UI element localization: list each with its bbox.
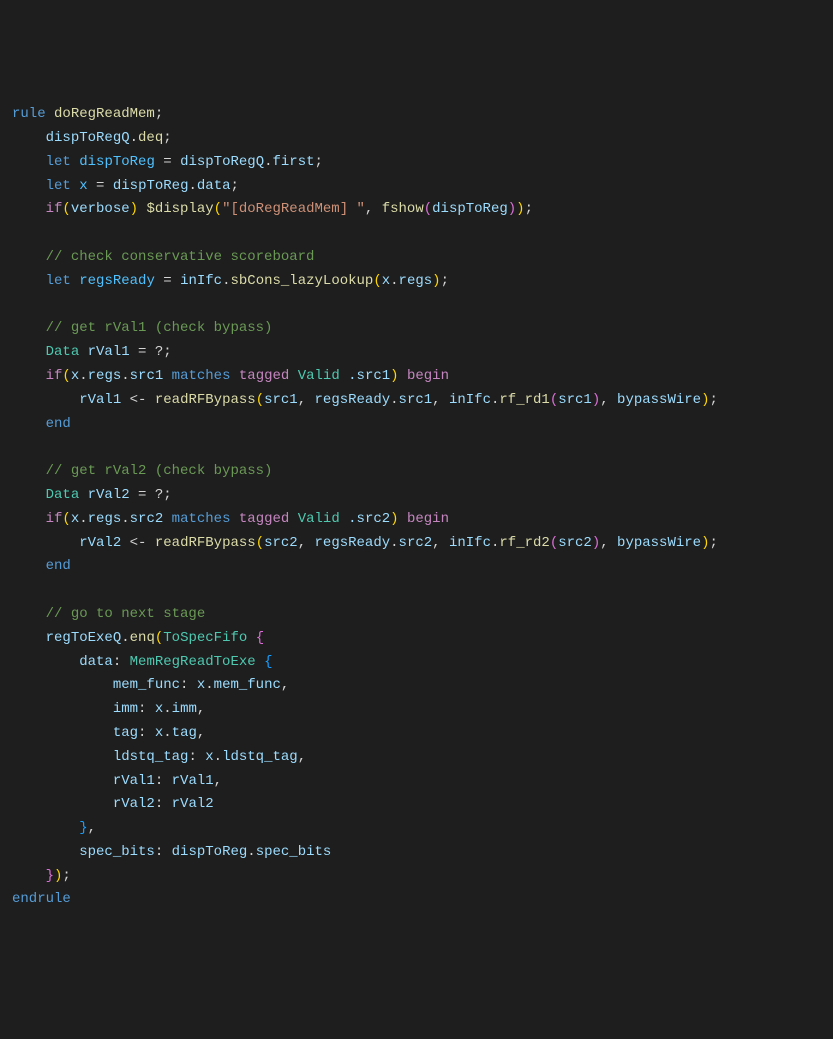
field: imm [113,701,138,717]
identifier: inIfc [449,535,491,551]
property: mem_func [214,677,281,693]
field: rVal1 [113,773,155,789]
identifier: dispToRegQ [180,154,264,170]
identifier: x [71,368,79,384]
identifier: bypassWire [617,535,701,551]
comment: // go to next stage [46,606,206,622]
identifier: x [155,701,163,717]
type: ToSpecFifo [163,630,247,646]
keyword-begin: begin [407,511,449,527]
identifier: dispToReg [432,201,508,217]
property: src2 [399,535,433,551]
type: MemRegReadToExe [130,654,256,670]
method: rf_rd2 [499,535,549,551]
property: regs [399,273,433,289]
property: imm [172,701,197,717]
property: spec_bits [256,844,332,860]
function: readRFBypass [155,392,256,408]
identifier: regsReady [315,392,391,408]
argument: src1 [264,392,298,408]
method: deq [138,130,163,146]
identifier: regsReady [315,535,391,551]
field: data [79,654,113,670]
keyword-let: let [46,178,71,194]
variable: rVal2 [88,487,130,503]
property: src2 [130,511,164,527]
keyword-tagged: tagged [239,511,289,527]
identifier: x [71,511,79,527]
pattern: .src1 [348,368,390,384]
argument: src2 [264,535,298,551]
variable: regsReady [79,273,155,289]
identifier: x [205,749,213,765]
comment: // get rVal2 (check bypass) [46,463,273,479]
property: data [197,178,231,194]
function: fshow [382,201,424,217]
function: $display [146,201,213,217]
keyword-let: let [46,154,71,170]
identifier: x [382,273,390,289]
rule-name: doRegReadMem [54,106,155,122]
identifier: verbose [71,201,130,217]
variable: rVal2 [79,535,121,551]
identifier: inIfc [449,392,491,408]
variable: dispToReg [79,154,155,170]
field: ldstq_tag [113,749,189,765]
keyword-endrule: endrule [12,891,71,907]
keyword-begin: begin [407,368,449,384]
comment: // check conservative scoreboard [46,249,315,265]
property: ldstq_tag [222,749,298,765]
identifier: inIfc [180,273,222,289]
identifier: x [197,677,205,693]
comment: // get rVal1 (check bypass) [46,320,273,336]
keyword-if: if [46,368,63,384]
field: tag [113,725,138,741]
keyword-matches: matches [172,368,231,384]
keyword-let: let [46,273,71,289]
keyword-if: if [46,201,63,217]
variable: x [79,178,87,194]
field: mem_func [113,677,180,693]
identifier: rVal2 [172,796,214,812]
argument: src1 [558,392,592,408]
keyword-if: if [46,511,63,527]
constructor: Valid [298,368,340,384]
type: Data [46,344,80,360]
keyword-tagged: tagged [239,368,289,384]
keyword-end: end [46,558,71,574]
property: regs [88,368,122,384]
variable: rVal1 [79,392,121,408]
keyword-end: end [46,416,71,432]
identifier: rVal1 [172,773,214,789]
identifier: dispToRegQ [46,130,130,146]
variable: rVal1 [88,344,130,360]
constructor: Valid [298,511,340,527]
function: readRFBypass [155,535,256,551]
type: Data [46,487,80,503]
property: src1 [399,392,433,408]
identifier: dispToReg [172,844,248,860]
identifier: bypassWire [617,392,701,408]
identifier: dispToReg [113,178,189,194]
keyword-matches: matches [172,511,231,527]
string-literal: "[doRegReadMem] " [222,201,365,217]
method: sbCons_lazyLookup [231,273,374,289]
property: regs [88,511,122,527]
identifier: x [155,725,163,741]
field: spec_bits [79,844,155,860]
property: first [273,154,315,170]
method: rf_rd1 [499,392,549,408]
code-editor[interactable]: rule doRegReadMem; dispToRegQ.deq; let d… [12,103,821,912]
argument: src2 [558,535,592,551]
keyword-rule: rule [12,106,46,122]
field: rVal2 [113,796,155,812]
property: src1 [130,368,164,384]
pattern: .src2 [348,511,390,527]
property: tag [172,725,197,741]
method: enq [130,630,155,646]
identifier: regToExeQ [46,630,122,646]
